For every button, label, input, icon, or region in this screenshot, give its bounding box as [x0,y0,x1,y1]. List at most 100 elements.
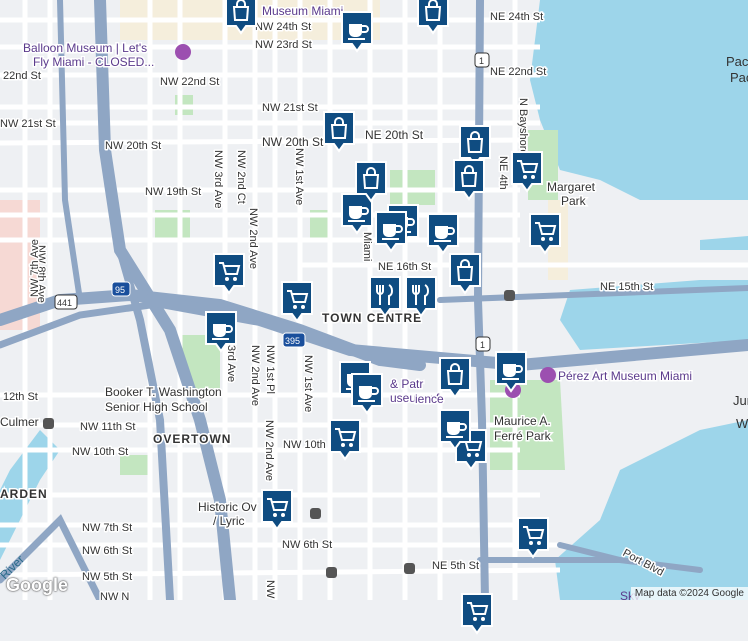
street-label: NW 7th Ave [29,239,41,297]
poi-label: Fly Miami - CLOSED... [33,55,154,69]
street-label: NW 1st Pl [264,345,276,394]
street-label: NW 2nd Ave [263,420,275,481]
museum-pin-icon [175,44,191,60]
street-label: NW 3rd Ave [212,150,224,209]
poi-label: Margaret [547,180,596,194]
poi-label: Park [561,194,587,208]
map-attribution[interactable]: Map data ©2024 Google [630,587,748,600]
street-label: NW 10th St [72,446,128,458]
street-label: NW 19th St [145,186,201,198]
shopping-marker-icon[interactable] [448,252,482,296]
shopping-marker-icon[interactable] [416,0,450,36]
coffee-marker-icon[interactable] [494,350,528,394]
highway-shield-icon: 1 [474,52,490,68]
area-label: W [736,416,748,431]
shopping-marker-icon[interactable] [452,158,486,202]
street-label: NW 1st Ave [302,355,314,412]
grocery-marker-icon[interactable] [516,516,550,560]
transit-icon [43,418,54,429]
svg-text:395: 395 [285,336,300,346]
poi-label: Ferré Park [494,429,552,443]
grocery-marker-icon[interactable] [212,252,246,296]
highway-shield-icon: 1 [475,336,491,352]
grocery-marker-icon[interactable] [510,150,544,194]
street-label: NW 11th St [80,421,135,433]
transit-icon [404,563,415,574]
street-label: NW 22nd St [160,76,219,88]
transit-icon [326,567,337,578]
street-label: NW 23rd St [255,39,312,51]
area-label: ARDEN [0,487,48,501]
highway-shield-icon: 441 [54,294,78,310]
shopping-marker-icon[interactable] [322,110,356,154]
highway-shield-icon: 95 [111,281,131,297]
poi-label: Culmer [0,415,39,429]
street-label: NW 5th St [82,571,132,583]
grocery-marker-icon[interactable] [460,592,494,636]
grocery-marker-icon[interactable] [280,280,314,324]
coffee-marker-icon[interactable] [426,212,460,256]
poi-label: Pérez Art Museum Miami [558,369,692,383]
street-label: NE 22nd St [490,66,546,78]
grocery-marker-icon[interactable] [328,418,362,462]
area-label: Jun [733,393,748,408]
street-label: 12th St [3,391,38,403]
poi-label: / Lyric [213,514,245,528]
restaurant-marker-icon[interactable] [404,275,438,319]
svg-text:95: 95 [115,285,125,295]
google-logo: Google [6,575,68,595]
poi-label: Historic Ov [198,500,257,514]
street-label: NW 20th St [262,135,324,149]
highway-shield-icon: 395 [282,332,306,348]
coffee-marker-icon[interactable] [350,372,384,416]
area-label: Pac [730,70,748,85]
street-label: NE 4th [497,156,509,190]
restaurant-marker-icon[interactable] [368,275,402,319]
poi-label: Senior High School [105,400,208,414]
street-label: NW 21st St [262,102,318,114]
poi-label: Museum Miami [262,4,343,18]
street-label: NW 2nd Ave [249,345,261,406]
street-label: NW 20th St [105,140,161,152]
street-label: N Bayshore [517,98,529,155]
grocery-marker-icon[interactable] [528,212,562,256]
street-label: NE 5th St [432,560,479,572]
shopping-marker-icon[interactable] [224,0,258,36]
coffee-marker-icon[interactable] [438,408,472,452]
street-label: Miami [361,232,373,261]
poi-label: Balloon Museum | Let's [23,41,147,55]
street-label: NW 2nd Ave [247,208,259,269]
coffee-marker-icon[interactable] [340,10,374,54]
street-label: NW 2nd Ct [235,150,247,204]
street-label: NW 10th [283,439,326,451]
transit-icon [504,290,515,301]
street-label: NW 2nd [264,580,276,600]
street-label: NE 20th St [365,128,424,142]
street-label: NW 6th St [82,545,132,557]
transit-icon [310,508,321,519]
poi-label: & Patr [390,377,423,391]
street-label: NW 1st Ave [293,148,305,205]
svg-text:1: 1 [479,56,484,66]
shopping-marker-icon[interactable] [354,160,388,204]
poi-label: Booker T. Washington [105,385,222,399]
coffee-marker-icon[interactable] [204,310,238,354]
street-label: NW 21st St [0,118,56,130]
svg-text:1: 1 [480,340,485,350]
museum-pin-icon [540,367,556,383]
street-label: NW 24th St [255,21,311,33]
street-label: NE 16th St [378,261,431,273]
area-label: Pac [726,54,748,69]
shopping-marker-icon[interactable] [438,356,472,400]
coffee-marker-icon[interactable] [374,210,408,254]
street-label: 22nd St [3,70,41,82]
grocery-marker-icon[interactable] [260,488,294,532]
street-label: NE 24th St [490,11,543,23]
street-label: NW N [100,591,129,600]
street-label: NW 6th St [282,539,332,551]
poi-label: Maurice A. [494,414,551,428]
street-label: NW 7th St [82,522,132,534]
svg-text:441: 441 [57,298,72,308]
street-label: NE 15th St [600,281,653,293]
area-label: OVERTOWN [153,432,231,446]
